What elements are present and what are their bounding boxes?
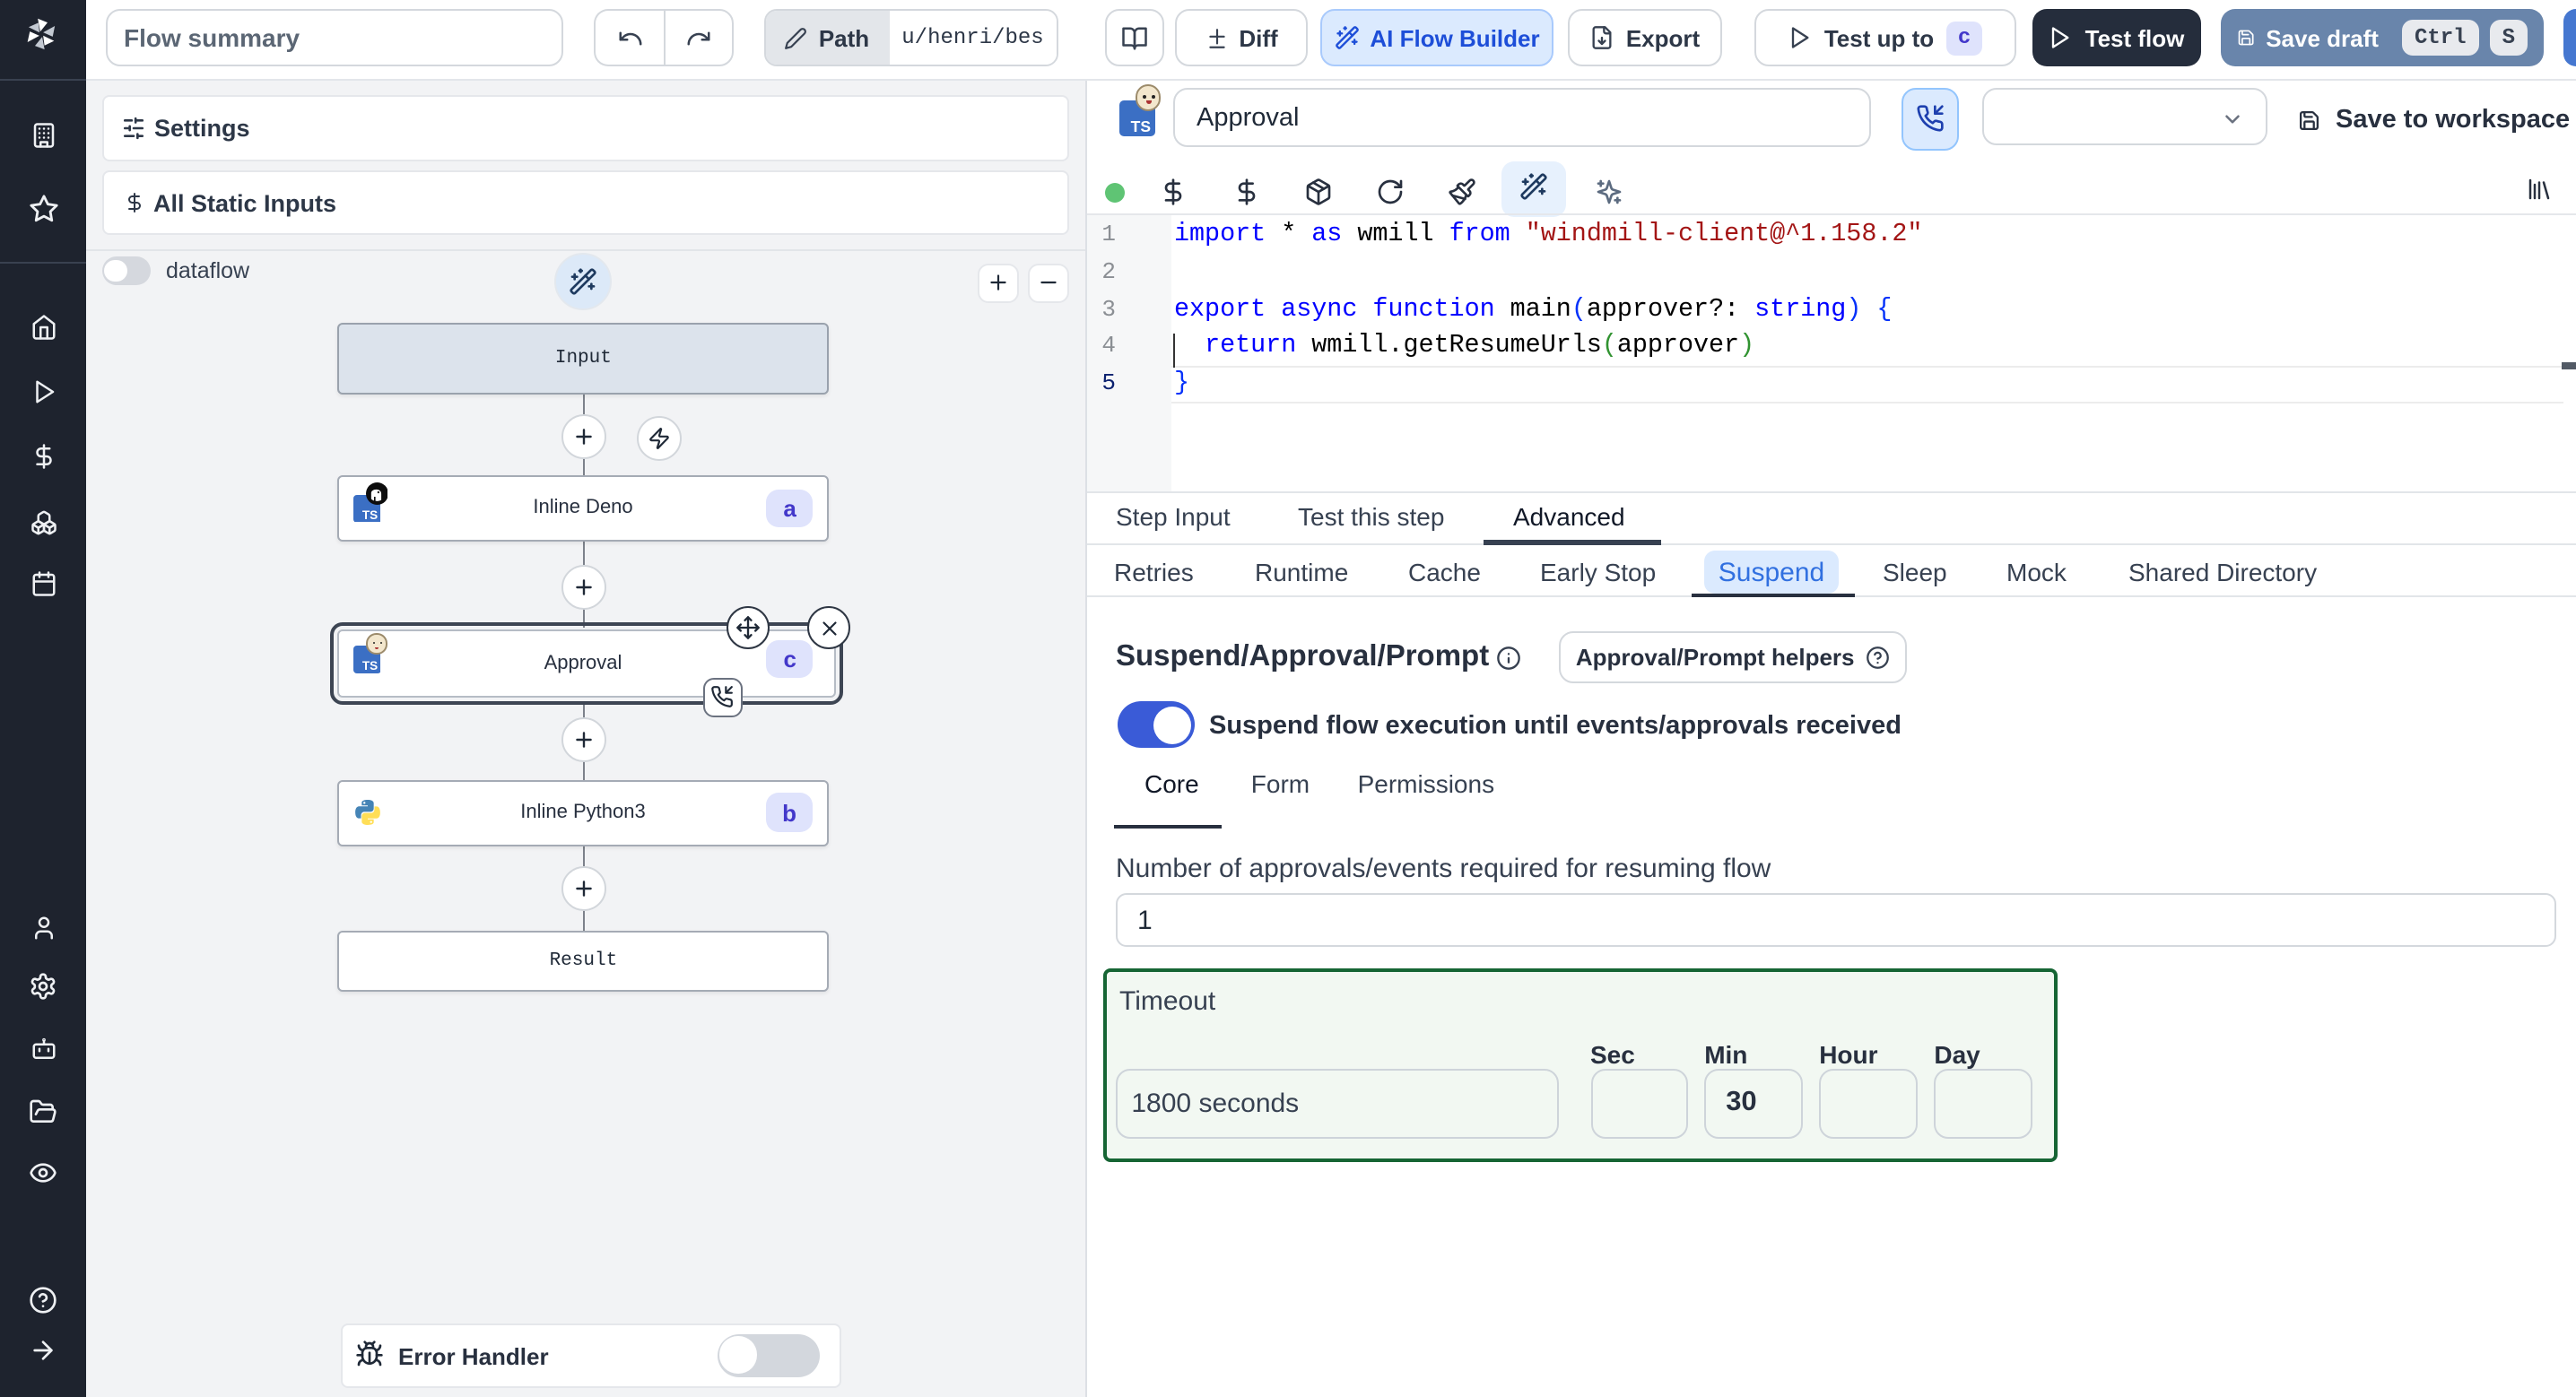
svg-text:TS: TS <box>1130 117 1150 134</box>
